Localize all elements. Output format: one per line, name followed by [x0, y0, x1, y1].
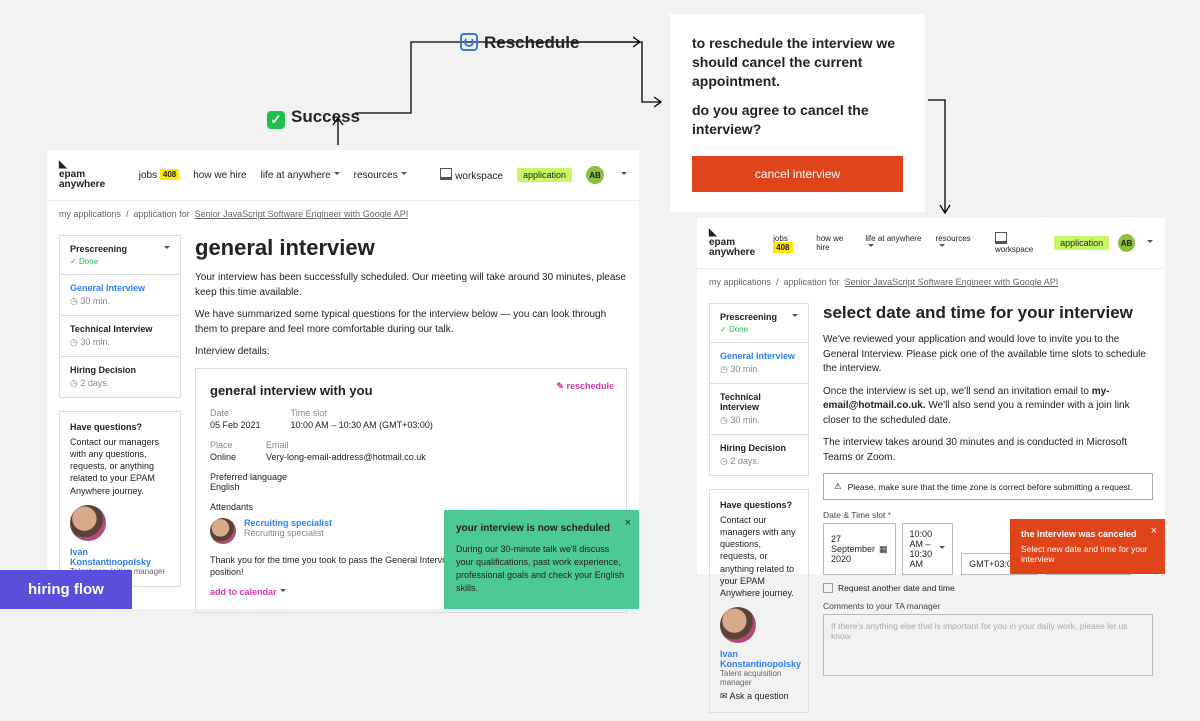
nav-application[interactable]: application — [1054, 236, 1109, 250]
step-technical[interactable]: Technical Interview◷ 30 min. — [59, 315, 181, 357]
questions-box: Have questions? Contact our managers wit… — [709, 489, 809, 713]
chevron-down-icon — [789, 312, 798, 322]
nav-workspace[interactable]: workspace — [995, 232, 1045, 254]
breadcrumb: my applications / application for Senior… — [47, 201, 639, 227]
page-title: select date and time for your interview — [823, 303, 1153, 323]
screen-select-date: ◣ epamanywhere jobs 408 how we hire life… — [697, 218, 1165, 574]
step-general[interactable]: General Interview◷ 30 min. — [709, 342, 809, 384]
nav-life[interactable]: life at anywhere — [261, 170, 340, 181]
step-prescreening[interactable]: Prescreening ✓ Done — [709, 303, 809, 343]
warning-icon: ⚠ — [834, 481, 842, 492]
avatar-badge[interactable]: AB — [1118, 234, 1135, 252]
nav-resources[interactable]: resources — [936, 234, 977, 252]
avatar-menu[interactable] — [1144, 239, 1153, 248]
manager-avatar — [70, 505, 106, 541]
nav-workspace[interactable]: workspace — [440, 168, 503, 182]
chevron-down-icon — [161, 244, 170, 254]
close-icon[interactable]: × — [1151, 525, 1157, 537]
crumb-mid[interactable]: application for — [784, 277, 840, 287]
step-hiring[interactable]: Hiring Decision◷ 2 days. — [709, 434, 809, 476]
logo[interactable]: ◣ epamanywhere — [59, 160, 105, 190]
avatar-badge[interactable]: AB — [586, 166, 604, 184]
close-icon[interactable]: × — [625, 516, 631, 532]
manager-avatar — [720, 607, 756, 643]
date-input[interactable]: 27 September 2020▦ — [823, 523, 896, 575]
steps-sidebar: Prescreening ✓ Done General Interview◷ 3… — [709, 303, 809, 713]
flow-reschedule-label: Reschedule — [460, 33, 579, 53]
timezone-warning: ⚠Please, make sure that the time zone is… — [823, 473, 1153, 500]
nav-life[interactable]: life at anywhere — [865, 234, 926, 252]
comments-textarea[interactable]: If there's anything else that is importa… — [823, 614, 1153, 676]
crumb-root[interactable]: my applications — [59, 209, 121, 219]
crumb-mid[interactable]: application for — [134, 209, 190, 219]
chevron-down-icon — [936, 544, 945, 554]
crumb-job: Senior JavaScript Software Engineer with… — [195, 209, 409, 219]
crumb-job: Senior JavaScript Software Engineer with… — [845, 277, 1059, 287]
nav-how-we-hire[interactable]: how we hire — [193, 170, 246, 181]
modal-text-1: to reschedule the interview we should ca… — [692, 34, 903, 91]
hiring-flow-banner: hiring flow — [0, 570, 132, 609]
breadcrumb: my applications / application for Senior… — [697, 269, 1165, 295]
page-title: general interview — [195, 235, 627, 261]
nav-jobs[interactable]: jobs 408 — [773, 234, 807, 252]
screen-general-interview: ◣ epamanywhere jobs 408 how we hire life… — [47, 150, 639, 609]
nav-resources[interactable]: resources — [354, 170, 407, 181]
main-content: select date and time for your interview … — [823, 303, 1153, 713]
top-nav: ◣ epamanywhere jobs 408 how we hire life… — [47, 150, 639, 201]
step-hiring[interactable]: Hiring Decision◷ 2 days. — [59, 356, 181, 398]
modal-text-2: do you agree to cancel the interview? — [692, 101, 903, 139]
step-general[interactable]: General Interview◷ 30 min. — [59, 274, 181, 316]
cancel-modal: to reschedule the interview we should ca… — [670, 14, 925, 212]
avatar-menu[interactable] — [618, 170, 627, 181]
toast-canceled: × the interview was canceled Select new … — [1010, 519, 1165, 574]
flow-success-label: ✓Success — [267, 107, 360, 129]
attendant-avatar — [210, 518, 236, 544]
toast-scheduled: × your interview is now scheduled During… — [444, 510, 639, 609]
request-another-checkbox[interactable]: Request another date and time — [823, 583, 1153, 593]
cancel-interview-button[interactable]: cancel interview — [692, 156, 903, 192]
manager-name[interactable]: Ivan Konstantinopolsky — [70, 547, 170, 567]
top-nav: ◣ epamanywhere jobs 408 how we hire life… — [697, 218, 1165, 269]
nav-jobs[interactable]: jobs 408 — [139, 170, 180, 181]
steps-sidebar: Prescreening ✓ Done General Interview◷ 3… — [59, 235, 181, 613]
time-input[interactable]: 10:00 AM – 10:30 AM — [902, 523, 954, 575]
check-icon: ✓ — [267, 111, 285, 129]
crumb-root[interactable]: my applications — [709, 277, 771, 287]
refresh-icon — [460, 33, 478, 51]
nav-application[interactable]: application — [517, 168, 572, 182]
nav-how-we-hire[interactable]: how we hire — [816, 234, 856, 252]
logo[interactable]: ◣ epamanywhere — [709, 228, 755, 258]
step-technical[interactable]: Technical Interview◷ 30 min. — [709, 383, 809, 435]
questions-box: Have questions? Contact our managers wit… — [59, 411, 181, 587]
calendar-icon: ▦ — [879, 544, 888, 555]
ask-question-link[interactable]: ✉ Ask a question — [720, 691, 798, 702]
card-title: general interview with you — [210, 383, 612, 398]
step-prescreening[interactable]: Prescreening ✓ Done — [59, 235, 181, 275]
reschedule-link[interactable]: ✎ reschedule — [556, 381, 614, 392]
checkbox-icon — [823, 583, 833, 593]
add-to-calendar-link[interactable]: add to calendar — [210, 587, 286, 597]
manager-name[interactable]: Ivan Konstantinopolsky — [720, 649, 798, 669]
